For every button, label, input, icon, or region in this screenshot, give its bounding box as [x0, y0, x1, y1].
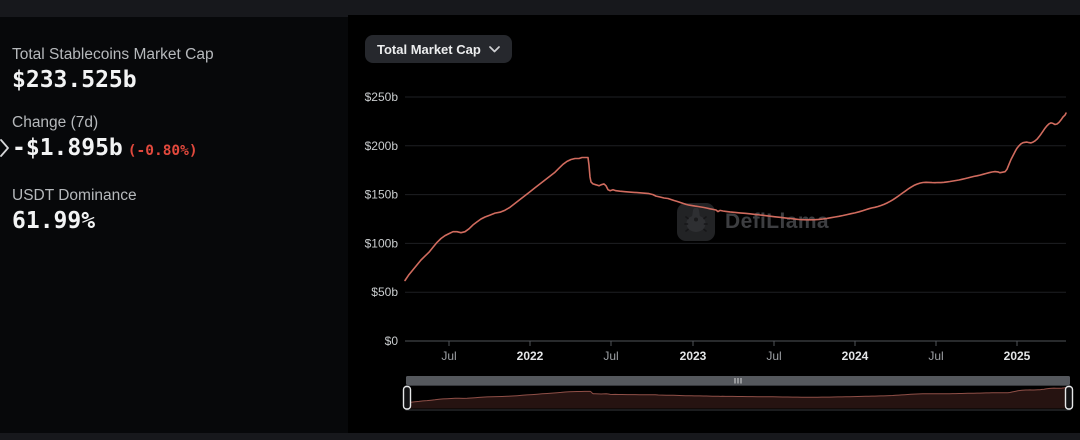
stablecoins-line-chart[interactable]: $0 $50b $100b $150b $200b $250b Jul 2022 Jul 2023…: [348, 15, 1080, 433]
chevron-down-icon: [489, 46, 500, 53]
x-axis-label: Jul: [928, 349, 943, 363]
dropdown-label: Total Market Cap: [377, 42, 481, 57]
x-axis-label: 2022: [517, 349, 544, 363]
brush-handle-right[interactable]: [1066, 387, 1073, 410]
market-cap-line: [405, 113, 1066, 280]
change-value: -$1.895b: [12, 135, 123, 161]
stats-sidebar: Total Stablecoins Market Cap $233.525b C…: [0, 17, 348, 433]
x-axis-label: Jul: [441, 349, 456, 363]
stat-value: -$1.895b (-0.80%): [12, 135, 336, 165]
sidebar-expand-chevron-icon[interactable]: [0, 138, 11, 158]
stat-label: Change (7d): [12, 113, 336, 132]
x-axis-label: 2023: [680, 349, 707, 363]
x-axis-label: Jul: [766, 349, 781, 363]
stablecoins-dashboard: Total Stablecoins Market Cap $233.525b C…: [0, 0, 1080, 440]
stat-total-stablecoins-mcap: Total Stablecoins Market Cap $233.525b: [12, 45, 336, 94]
total-market-cap-dropdown[interactable]: Total Market Cap: [365, 35, 512, 63]
x-axis-label: Jul: [603, 349, 618, 363]
y-axis-label: $0: [385, 334, 399, 348]
stat-change-7d: Change (7d) -$1.895b (-0.80%): [12, 113, 336, 165]
stat-label: USDT Dominance: [12, 186, 336, 205]
minimap-area: [407, 387, 1069, 408]
y-axis-label: $100b: [365, 236, 399, 250]
y-axis-label: $200b: [365, 139, 399, 153]
stat-value: 61.99%: [12, 208, 336, 235]
stat-usdt-dominance: USDT Dominance 61.99%: [12, 186, 336, 235]
x-axis-label: 2024: [842, 349, 869, 363]
stat-value: $233.525b: [12, 67, 336, 94]
x-axis-label: 2025: [1004, 349, 1031, 363]
y-axis-label: $250b: [365, 90, 399, 104]
change-percent: (-0.80%): [128, 143, 198, 159]
brush-handle-left[interactable]: [404, 387, 411, 410]
y-axis-label: $50b: [371, 285, 398, 299]
chart-panel: Total Market Cap DefiLlama: [348, 15, 1080, 433]
y-axis-label: $150b: [365, 188, 399, 202]
stat-label: Total Stablecoins Market Cap: [12, 45, 336, 64]
